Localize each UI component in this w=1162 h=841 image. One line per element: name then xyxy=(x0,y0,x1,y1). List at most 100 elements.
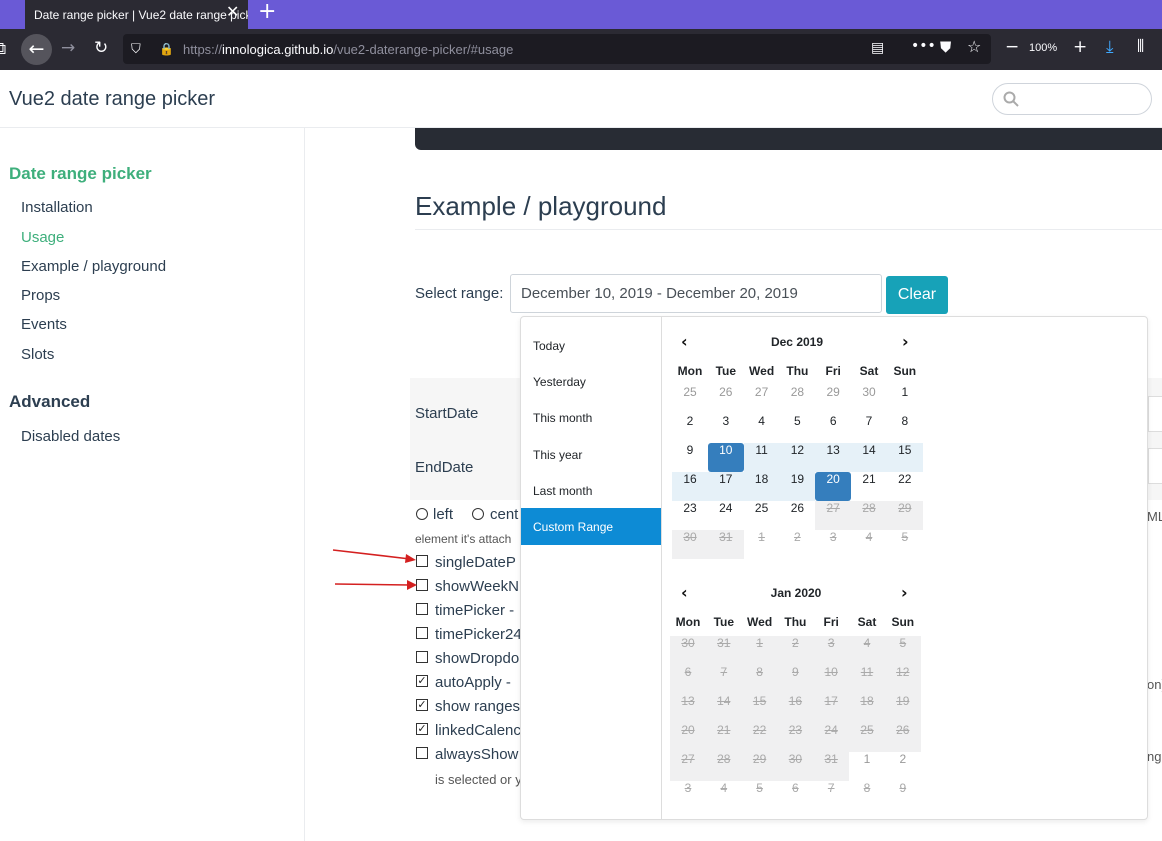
range-this-year[interactable]: This year xyxy=(521,436,661,473)
new-tab-icon[interactable]: + xyxy=(258,1,276,23)
calendar-day[interactable]: 24 xyxy=(708,501,744,530)
calendar-day[interactable]: 22 xyxy=(887,472,923,501)
start-date-field[interactable] xyxy=(1148,396,1162,432)
reader-view-icon[interactable]: ▤ xyxy=(871,40,884,57)
calendar-day[interactable]: 23 xyxy=(672,501,708,530)
close-tab-icon[interactable]: ✕ xyxy=(226,4,239,20)
more-icon[interactable]: ••• xyxy=(911,38,936,55)
calendar-day[interactable]: 25 xyxy=(672,385,708,414)
calendar-day[interactable]: 17 xyxy=(707,472,744,501)
calendar-day[interactable]: 2 xyxy=(672,414,708,443)
calendar-day[interactable]: 12 xyxy=(779,443,816,472)
sidebar-item-slots[interactable]: Slots xyxy=(21,346,54,363)
sidebar-item-props[interactable]: Props xyxy=(21,287,60,304)
range-this-month[interactable]: This month xyxy=(521,399,661,436)
zoom-level[interactable]: 100% xyxy=(1029,42,1057,54)
clear-button[interactable]: Clear xyxy=(886,276,948,314)
download-icon[interactable]: ⤓ xyxy=(1106,39,1114,56)
browser-tab[interactable]: Date range picker | Vue2 date range pick… xyxy=(25,0,248,29)
checkbox-show-ranges[interactable]: ✓ xyxy=(416,699,428,711)
chevron-left-icon[interactable]: ‹ xyxy=(681,332,688,351)
checkbox-auto-apply[interactable]: ✓ xyxy=(416,675,428,687)
site-title[interactable]: Vue2 date range picker xyxy=(9,88,215,111)
calendar-day[interactable]: 11 xyxy=(743,443,780,472)
calendar-day[interactable]: 25 xyxy=(744,501,780,530)
range-custom[interactable]: Custom Range xyxy=(521,508,661,545)
bookmark-star-icon[interactable]: ☆ xyxy=(967,38,981,55)
end-date-field[interactable] xyxy=(1148,448,1162,484)
pocket-icon[interactable]: ⛊ xyxy=(940,39,951,56)
calendar-day[interactable]: 28 xyxy=(779,385,815,414)
code-block xyxy=(415,128,1162,150)
annotation-arrow xyxy=(334,580,417,590)
end-date-label: EndDate xyxy=(415,459,474,476)
calendar-day[interactable]: 30 xyxy=(851,385,887,414)
calendar-day[interactable]: 5 xyxy=(779,414,815,443)
chevron-right-icon[interactable]: › xyxy=(902,332,909,351)
calendar-day[interactable]: 26 xyxy=(779,501,815,530)
range-last-month[interactable]: Last month xyxy=(521,472,661,509)
calendar-day[interactable]: 4 xyxy=(744,414,780,443)
chevron-right-icon[interactable]: › xyxy=(901,583,908,602)
checkbox-show-dropdowns[interactable] xyxy=(416,651,428,663)
calendar-day[interactable]: 16 xyxy=(672,472,708,501)
calendar-day: 1 xyxy=(741,636,778,665)
shield-icon[interactable]: ⛉ xyxy=(131,41,141,58)
calendar-day: 25 xyxy=(849,723,885,752)
calendar-day[interactable]: 2 xyxy=(885,752,921,781)
calendar-day: 5 xyxy=(756,781,763,795)
calendar-day[interactable]: 18 xyxy=(743,472,780,501)
calendar-day[interactable]: 10 xyxy=(707,443,744,472)
calendar-day: 28 xyxy=(705,752,742,781)
calendar-day[interactable]: 27 xyxy=(744,385,780,414)
checkbox-linked-calendars[interactable]: ✓ xyxy=(416,723,428,735)
sidebar-item-disabled-dates[interactable]: Disabled dates xyxy=(21,428,120,445)
calendar-day[interactable]: 14 xyxy=(851,443,887,472)
search-input[interactable] xyxy=(992,83,1152,115)
forward-icon[interactable]: → xyxy=(61,40,75,57)
sidebar-item-example[interactable]: Example / playground xyxy=(21,258,166,275)
calendar-day[interactable]: 1 xyxy=(849,752,885,781)
calendar-day[interactable]: 19 xyxy=(779,472,816,501)
reload-icon[interactable]: ↻ xyxy=(94,40,108,57)
zoom-in-icon[interactable]: + xyxy=(1073,39,1087,56)
sidebar-item-usage[interactable]: Usage xyxy=(21,229,64,246)
calendar-day[interactable]: 8 xyxy=(887,414,923,443)
calendar-day[interactable]: 29 xyxy=(815,385,851,414)
library-icon[interactable]: ⫴ xyxy=(1137,39,1144,56)
calendar-day[interactable]: 9 xyxy=(672,443,708,472)
sidebar-toggle-icon[interactable]: ⧉ xyxy=(0,41,6,58)
option-label: alwaysShow xyxy=(435,746,519,763)
calendar-day: 8 xyxy=(741,665,778,694)
calendar-day[interactable]: 20 xyxy=(815,472,852,501)
calendar-day: 29 xyxy=(886,501,923,530)
sidebar-group-advanced[interactable]: Advanced xyxy=(9,392,90,412)
address-bar[interactable]: ⛉ 🔒 https://innologica.github.io/vue2-da… xyxy=(123,34,991,64)
search-icon xyxy=(1003,91,1019,107)
checkbox-time-picker-24[interactable] xyxy=(416,627,428,639)
sidebar-item-events[interactable]: Events xyxy=(21,316,67,333)
checkbox-always-show-calendars[interactable] xyxy=(416,747,428,759)
page-heading: Example / playground xyxy=(415,191,667,221)
calendar-day[interactable]: 15 xyxy=(886,443,923,472)
calendar-day[interactable]: 7 xyxy=(851,414,887,443)
radio-center[interactable] xyxy=(472,508,484,520)
calendar-day[interactable]: 3 xyxy=(708,414,744,443)
calendar-day[interactable]: 6 xyxy=(815,414,851,443)
option-label: linkedCalenc xyxy=(435,722,521,739)
range-today[interactable]: Today xyxy=(521,327,661,364)
calendar-day[interactable]: 26 xyxy=(708,385,744,414)
checkbox-time-picker[interactable] xyxy=(416,603,428,615)
range-yesterday[interactable]: Yesterday xyxy=(521,363,661,400)
date-range-input[interactable]: December 10, 2019 - December 20, 2019 xyxy=(510,274,882,313)
sidebar-item-installation[interactable]: Installation xyxy=(21,199,93,216)
calendar-day[interactable]: 1 xyxy=(887,385,923,414)
radio-left[interactable] xyxy=(416,508,428,520)
calendar-day[interactable]: 13 xyxy=(815,443,852,472)
calendar-day: 31 xyxy=(705,636,742,665)
back-icon[interactable]: ← xyxy=(21,34,52,65)
sidebar-group-date-range-picker[interactable]: Date range picker xyxy=(9,164,152,184)
chevron-left-icon[interactable]: ‹ xyxy=(681,583,688,602)
zoom-out-icon[interactable]: − xyxy=(1005,39,1019,56)
calendar-day[interactable]: 21 xyxy=(851,472,887,501)
